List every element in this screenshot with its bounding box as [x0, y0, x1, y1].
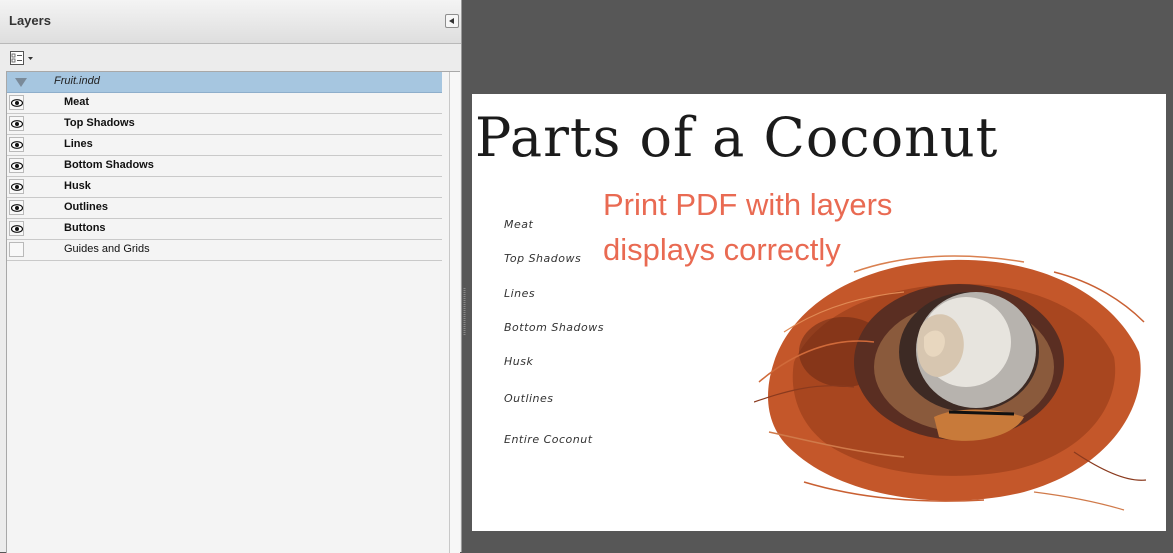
visibility-toggle[interactable]: [9, 158, 24, 173]
layer-name: Bottom Shadows: [64, 159, 154, 171]
disclosure-triangle-icon[interactable]: [15, 78, 27, 87]
layer-row[interactable]: Buttons: [7, 219, 442, 240]
eye-icon: [11, 99, 23, 107]
layer-name: Husk: [64, 180, 91, 192]
part-label-outlines[interactable]: Outlines: [504, 392, 554, 405]
layer-row[interactable]: Top Shadows: [7, 114, 442, 135]
layer-name: Guides and Grids: [64, 243, 150, 255]
collapse-arrow-icon: [449, 18, 454, 24]
collapse-panel-button[interactable]: [445, 14, 459, 28]
layer-row[interactable]: Lines: [7, 135, 442, 156]
layer-name: Lines: [64, 138, 93, 150]
visibility-toggle[interactable]: [9, 242, 24, 257]
part-label-entire-coconut[interactable]: Entire Coconut: [504, 433, 593, 446]
eye-icon: [11, 183, 23, 191]
visibility-toggle[interactable]: [9, 95, 24, 110]
layer-name: Top Shadows: [64, 117, 135, 129]
panel-title: Layers: [9, 13, 51, 28]
visibility-toggle[interactable]: [9, 179, 24, 194]
layer-name: Outlines: [64, 201, 109, 213]
document-page: Parts of a Coconut Meat Top Shadows Line…: [472, 94, 1166, 531]
layer-row[interactable]: Guides and Grids: [7, 240, 442, 261]
eye-icon: [11, 204, 23, 212]
annotation-line-1: Print PDF with layers: [603, 187, 893, 222]
eye-icon: [11, 141, 23, 149]
part-label-meat[interactable]: Meat: [504, 218, 533, 231]
visibility-toggle[interactable]: [9, 221, 24, 236]
scrollbar[interactable]: [449, 72, 460, 553]
visibility-toggle[interactable]: [9, 200, 24, 215]
document-row[interactable]: Fruit.indd: [7, 72, 442, 93]
eye-icon: [11, 162, 23, 170]
layer-row[interactable]: Outlines: [7, 198, 442, 219]
splitter-grip[interactable]: [463, 288, 466, 336]
annotation-line-2: displays correctly: [603, 232, 841, 267]
layer-row[interactable]: Husk: [7, 177, 442, 198]
visibility-toggle[interactable]: [9, 137, 24, 152]
part-label-bottom-shadows[interactable]: Bottom Shadows: [504, 321, 604, 334]
coconut-illustration: [754, 255, 1147, 511]
layer-row[interactable]: Bottom Shadows: [7, 156, 442, 177]
eye-icon: [11, 120, 23, 128]
visibility-toggle[interactable]: [9, 116, 24, 131]
panel-options-button[interactable]: [9, 50, 35, 66]
layer-name: Meat: [64, 96, 90, 108]
part-label-lines[interactable]: Lines: [504, 287, 535, 300]
document-name: Fruit.indd: [54, 75, 100, 87]
panel-options-icon: [10, 51, 33, 65]
layers-panel: Layers Fruit.indd Meat Top Shadows Lines…: [0, 0, 462, 553]
part-label-top-shadows[interactable]: Top Shadows: [504, 252, 581, 265]
layer-row[interactable]: Meat: [7, 93, 442, 114]
annotation-text: Print PDF with layers displays correctly: [603, 182, 963, 272]
panel-header: Layers: [0, 0, 461, 44]
layer-name: Buttons: [64, 222, 106, 234]
eye-icon: [11, 225, 23, 233]
document-title: Parts of a Coconut: [475, 106, 999, 169]
part-label-husk[interactable]: Husk: [504, 355, 533, 368]
layers-list: Fruit.indd Meat Top Shadows Lines Bottom: [6, 71, 460, 553]
